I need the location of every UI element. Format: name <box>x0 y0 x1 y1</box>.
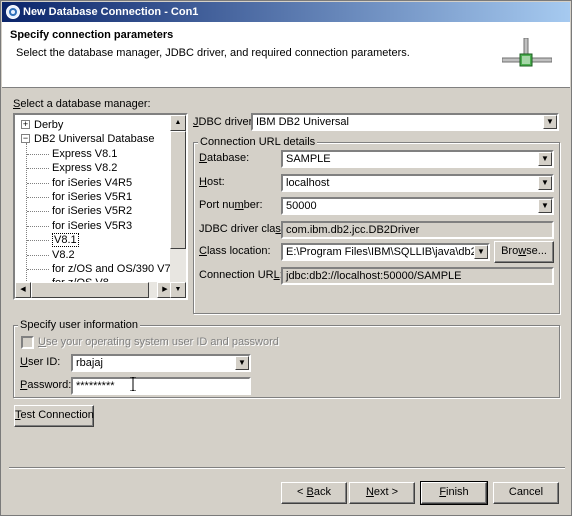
jdbc-driver-select[interactable]: IBM DB2 Universal ▼ <box>251 113 559 131</box>
database-manager-label: Select a database manager: <box>13 98 151 110</box>
tree-item[interactable]: V8.1 <box>52 233 79 248</box>
jdbc-driver-class-field[interactable]: com.ibm.db2.jcc.DB2Driver <box>281 221 554 239</box>
tree-item-label: V8.1 <box>52 233 79 248</box>
jdbc-driver-class-label: JDBC driver class: <box>199 223 289 235</box>
tree-item-label: V8.2 <box>52 248 75 261</box>
jdbc-driver-label: JDBC driver: <box>193 116 256 128</box>
tree-item[interactable]: Express V8.2 <box>52 161 117 175</box>
database-value: SAMPLE <box>286 153 331 165</box>
chevron-down-icon[interactable]: ▼ <box>543 115 557 129</box>
scroll-thumb[interactable] <box>170 131 186 249</box>
app-icon <box>6 5 20 19</box>
wizard-header: Specify connection parameters Select the… <box>2 22 570 88</box>
browse-button[interactable]: Browse... <box>494 241 554 263</box>
tree-guide-line <box>27 168 49 170</box>
tree-item[interactable]: Derby <box>34 118 63 132</box>
jdbc-driver-value: IBM DB2 Universal <box>256 116 349 128</box>
database-select[interactable]: SAMPLE ▼ <box>281 150 554 168</box>
port-number-value: 50000 <box>286 200 317 212</box>
use-os-credentials-checkbox[interactable] <box>21 336 34 349</box>
password-label: Password: <box>20 379 72 391</box>
class-location-label: Class location: <box>199 245 271 257</box>
text-cursor-icon <box>130 377 136 391</box>
finish-button[interactable]: Finish <box>420 481 488 505</box>
database-manager-tree[interactable]: + Derby − DB2 Universal Database Express V8.… <box>13 113 188 300</box>
user-id-value: rbajaj <box>76 357 103 369</box>
class-location-value: E:\Program Files\IBM\SQLLIB\java\db2jcc.… <box>286 246 490 258</box>
tree-item[interactable]: V8.2 <box>52 248 75 262</box>
tree-guide-line <box>26 143 27 284</box>
chevron-down-icon[interactable]: ▼ <box>538 152 552 166</box>
tree-collapse-icon[interactable]: − <box>21 134 30 144</box>
tree-guide-line <box>27 182 49 184</box>
tree-item-label: Express V8.2 <box>52 162 118 175</box>
tree-guide-line <box>27 153 49 155</box>
title-bar[interactable]: New Database Connection - Con1 <box>2 2 570 22</box>
password-field[interactable]: ********* <box>71 377 251 395</box>
chevron-down-icon[interactable]: ▼ <box>235 356 249 370</box>
tree-item-label: for iSeries V5R2 <box>52 205 133 218</box>
tree-item-label: for iSeries V4R5 <box>52 176 133 189</box>
tree-item-label: for iSeries V5R3 <box>52 219 133 232</box>
tree-item-label: for iSeries V5R1 <box>52 191 133 203</box>
tree-item-label: DB2 Universal Database <box>34 133 155 146</box>
tree-item[interactable]: for iSeries V5R2 <box>52 204 132 218</box>
connection-url-field[interactable]: jdbc:db2://localhost:50000/SAMPLE <box>281 267 554 285</box>
host-select[interactable]: localhost ▼ <box>281 174 554 192</box>
chevron-down-icon[interactable]: ▼ <box>474 245 488 259</box>
test-connection-button[interactable]: Test Connection <box>14 405 94 427</box>
horizontal-scroll-thumb[interactable] <box>31 282 149 298</box>
tree-guide-line <box>27 254 49 256</box>
tree-guide-line <box>27 211 49 213</box>
page-title: Specify connection parameters <box>10 29 174 41</box>
connection-url-group-title: Connection URL details <box>198 136 318 148</box>
cancel-button[interactable]: Cancel <box>493 482 559 504</box>
tree-guide-line <box>27 225 49 227</box>
user-id-select[interactable]: rbajaj ▼ <box>71 354 251 372</box>
tree-expand-icon[interactable]: + <box>21 120 30 129</box>
tree-content: + Derby − DB2 Universal Database Express V8.… <box>15 115 173 298</box>
dialog-window: New Database Connection - Con1 Specify c… <box>0 0 572 516</box>
database-connection-icon <box>502 38 552 67</box>
tree-item[interactable]: for iSeries V4R5 <box>52 176 132 190</box>
host-value: localhost <box>286 177 330 189</box>
tree-item[interactable]: DB2 Universal Database <box>34 132 154 146</box>
tree-guide-line <box>27 240 49 242</box>
scroll-down-arrow-icon[interactable]: ▼ <box>170 282 186 298</box>
database-label: Database: <box>199 152 250 164</box>
window-title: New Database Connection - Con1 <box>23 6 199 18</box>
tree-guide-line <box>27 269 49 270</box>
tree-item[interactable]: Express V8.1 <box>52 147 117 161</box>
chevron-down-icon[interactable]: ▼ <box>538 199 552 213</box>
tree-item[interactable]: for iSeries V5R3 <box>52 219 132 233</box>
page-description: Select the database manager, JDBC driver… <box>16 47 410 59</box>
host-label: Host: <box>199 176 225 188</box>
user-information-group-title: Specify user information <box>18 319 140 331</box>
tree-item[interactable]: for z/OS and OS/390 V7 <box>52 262 171 276</box>
use-os-credentials-label: Use your operating system user ID and pa… <box>38 336 279 348</box>
tree-item-label: Derby <box>34 119 64 131</box>
back-button[interactable]: < Back <box>281 482 347 504</box>
tree-item-label: Express V8.1 <box>52 147 118 160</box>
tree-item-label: for z/OS and OS/390 V7 <box>52 263 171 275</box>
port-number-select[interactable]: 50000 ▼ <box>281 197 554 215</box>
next-button[interactable]: Next > <box>349 482 415 504</box>
tree-item[interactable]: for iSeries V5R1 <box>52 190 132 204</box>
class-location-select[interactable]: E:\Program Files\IBM\SQLLIB\java\db2jcc.… <box>281 243 490 261</box>
tree-vertical-scrollbar[interactable]: ▲ ▼ <box>170 115 186 298</box>
chevron-down-icon[interactable]: ▼ <box>538 176 552 190</box>
scroll-up-arrow-icon[interactable]: ▲ <box>170 115 186 131</box>
scroll-left-arrow-icon[interactable]: ◀ <box>15 282 31 298</box>
port-number-label: Port number: <box>199 199 263 211</box>
user-id-label: User ID: <box>20 356 61 368</box>
tree-guide-line <box>27 197 49 198</box>
connection-url-label: Connection URL: <box>199 269 283 281</box>
footer-separator <box>9 467 565 469</box>
tree-horizontal-scrollbar[interactable]: ◀ ▶ <box>15 282 173 298</box>
